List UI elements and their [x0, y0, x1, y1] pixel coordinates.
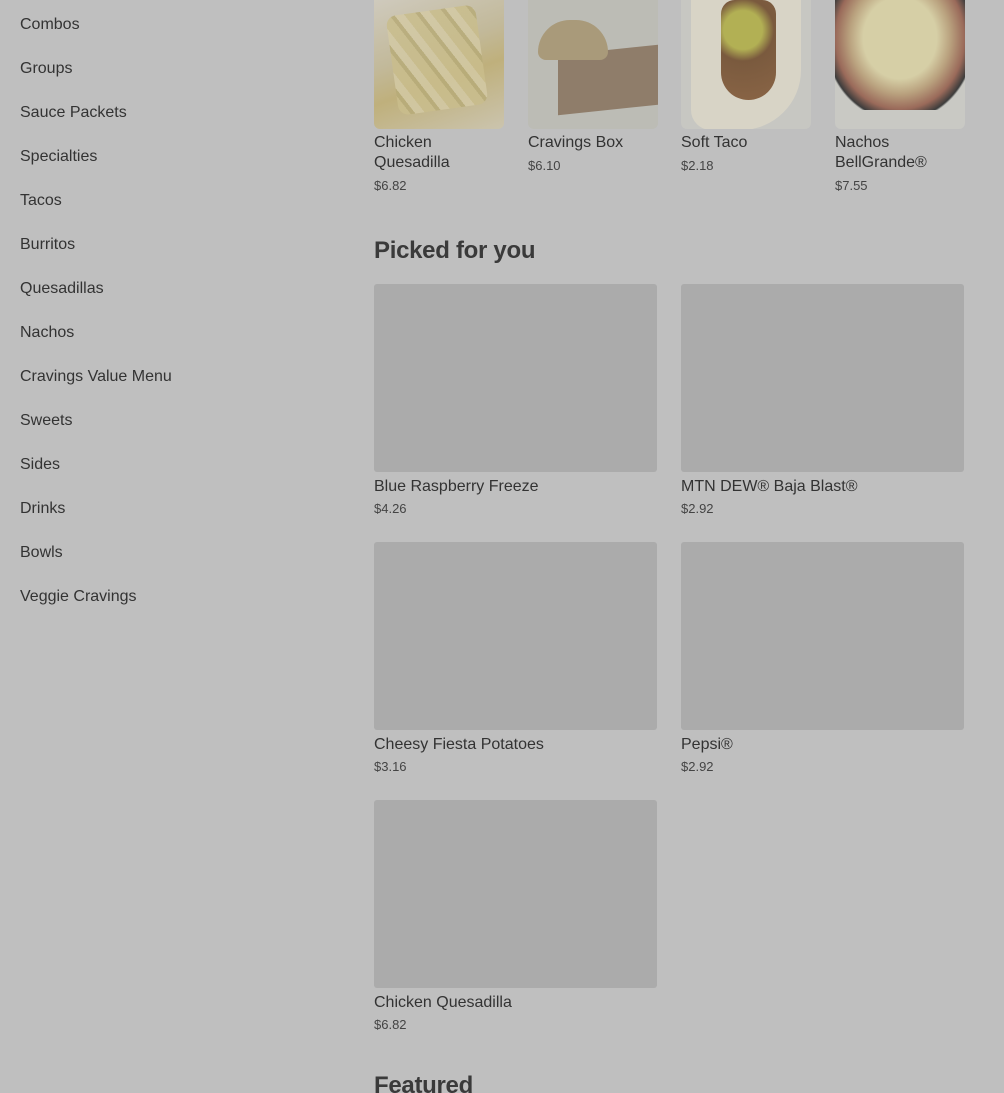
category-bowls[interactable]: Bowls — [20, 543, 63, 563]
item-name: Soft Taco — [681, 134, 748, 151]
item-price: $6.82 — [374, 178, 407, 193]
item-image-placeholder[interactable] — [681, 284, 964, 472]
top-item-card[interactable]: Nachos BellGrande® $7.55 — [835, 0, 965, 193]
item-image-placeholder[interactable] — [374, 284, 657, 472]
category-burritos[interactable]: Burritos — [20, 235, 75, 255]
chicken-quesadilla-image[interactable] — [374, 0, 504, 129]
category-drinks[interactable]: Drinks — [20, 499, 65, 519]
category-sides[interactable]: Sides — [20, 455, 60, 475]
top-item-card[interactable]: Chicken Quesadilla $6.82 — [374, 0, 504, 193]
menu-main: Chicken Quesadilla $6.82 Cravings Box $6… — [374, 0, 974, 1093]
category-combos[interactable]: Combos — [20, 15, 80, 35]
picked-item-card[interactable]: Cheesy Fiesta Potatoes $3.16 — [374, 542, 657, 774]
picked-item-card[interactable]: Pepsi® $2.92 — [681, 542, 964, 774]
item-price: $2.18 — [681, 158, 714, 173]
item-name: Cravings Box — [528, 134, 624, 151]
cravings-box-image[interactable] — [528, 0, 658, 129]
category-nachos[interactable]: Nachos — [20, 323, 74, 343]
item-image-placeholder[interactable] — [681, 542, 964, 730]
picked-item-card[interactable]: MTN DEW® Baja Blast® $2.92 — [681, 284, 964, 516]
item-price: $3.16 — [374, 759, 407, 774]
item-name: Chicken Quesadilla — [374, 994, 512, 1011]
item-price: $6.10 — [528, 158, 561, 173]
category-cravings-value-menu[interactable]: Cravings Value Menu — [20, 367, 172, 387]
nachos-bellgrande-image[interactable] — [835, 0, 965, 129]
category-veggie-cravings[interactable]: Veggie Cravings — [20, 587, 137, 607]
item-image-placeholder[interactable] — [374, 800, 657, 988]
section-title-featured: Featured — [374, 1072, 473, 1093]
item-price: $2.92 — [681, 501, 714, 516]
item-name: Nachos BellGrande® — [835, 134, 927, 171]
item-price: $6.82 — [374, 1017, 407, 1032]
item-name: MTN DEW® Baja Blast® — [681, 478, 858, 495]
category-sweets[interactable]: Sweets — [20, 411, 72, 431]
item-price: $2.92 — [681, 759, 714, 774]
item-name: Chicken Quesadilla — [374, 134, 450, 171]
item-name: Blue Raspberry Freeze — [374, 478, 539, 495]
top-item-card[interactable]: Soft Taco $2.18 — [681, 0, 811, 173]
item-price: $7.55 — [835, 178, 868, 193]
picked-item-card[interactable]: Blue Raspberry Freeze $4.26 — [374, 284, 657, 516]
category-sauce-packets[interactable]: Sauce Packets — [20, 103, 127, 123]
category-specialties[interactable]: Specialties — [20, 147, 97, 167]
category-quesadillas[interactable]: Quesadillas — [20, 279, 104, 299]
menu-page: Combos Groups Sauce Packets Specialties … — [0, 0, 1004, 1093]
category-groups[interactable]: Groups — [20, 59, 72, 79]
soft-taco-image[interactable] — [681, 0, 811, 129]
top-item-card[interactable]: Cravings Box $6.10 — [528, 0, 658, 173]
item-name: Cheesy Fiesta Potatoes — [374, 736, 544, 753]
item-image-placeholder[interactable] — [374, 542, 657, 730]
category-tacos[interactable]: Tacos — [20, 191, 62, 211]
item-price: $4.26 — [374, 501, 407, 516]
section-title-picked-for-you: Picked for you — [374, 237, 536, 264]
picked-item-card[interactable]: Chicken Quesadilla $6.82 — [374, 800, 657, 1032]
item-name: Pepsi® — [681, 736, 733, 753]
